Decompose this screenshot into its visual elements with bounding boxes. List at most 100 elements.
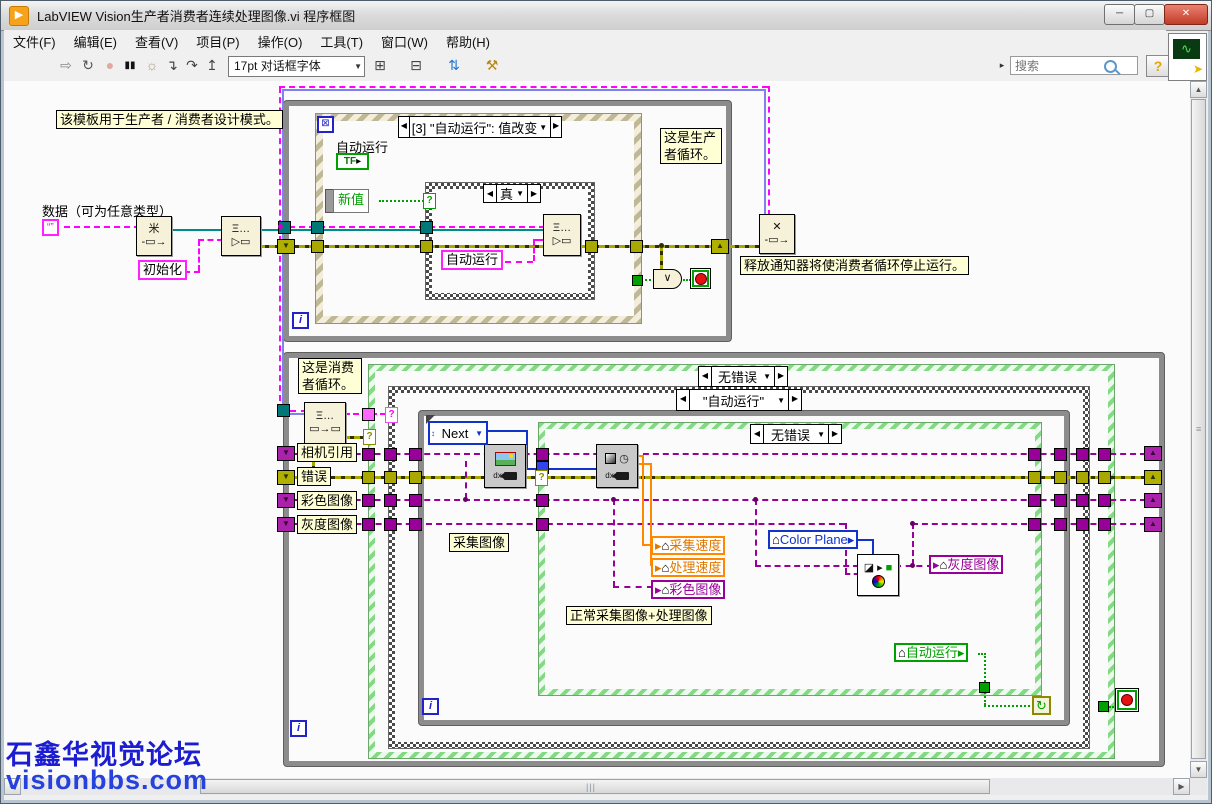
menu-operate[interactable]: 操作(O) [249,30,312,53]
sr-camref-left[interactable]: ▼ [277,446,295,461]
comment-normal-process[interactable]: 正常采集图像+处理图像 [566,606,712,625]
reorder-icon[interactable]: ⇅ [444,55,464,76]
extract-color-plane-node[interactable]: ◪▸■ [857,554,899,596]
imaqdx-grab-node[interactable]: dx [484,444,526,488]
producer-loop-condition-terminal[interactable] [690,268,711,289]
shift-register-error-left[interactable]: ▼ [277,239,295,254]
inner-iteration-terminal[interactable]: i [422,698,439,715]
inner-loop-condition-terminal[interactable]: ↻ [1032,696,1051,715]
prev-icon[interactable]: ◀ [699,367,712,386]
scroll-right-icon[interactable]: ▶ [1173,778,1190,795]
abort-button-icon[interactable]: ● [100,55,120,76]
inner-error-case-selector[interactable]: ◀ 无错误 ▼ ▶ [750,424,842,444]
prev-icon[interactable]: ◀ [677,390,690,410]
menu-tools[interactable]: 工具(T) [311,30,372,53]
block-diagram[interactable]: ▼ ▲ ? ? ? ? ▼ ▼ ▼ ▼ ▲ ▲ ▲ ▲ [4,81,1190,778]
search-icon[interactable] [1104,60,1117,73]
sr-camref-right[interactable]: ▲ [1144,446,1162,461]
scroll-up-icon[interactable]: ▲ [1190,81,1207,98]
font-selector[interactable]: 17pt 对话框字体 ▼ [228,56,365,77]
vi-icon[interactable]: ∿ ➤ [1168,33,1207,81]
distribute-objects-icon[interactable]: ⊟ [406,55,426,76]
send-notification-node-outer[interactable]: Ξ…▷▭ [221,216,261,256]
sr-gray-left[interactable]: ▼ [277,517,295,532]
next-icon[interactable]: ▶ [788,390,801,410]
step-out-icon[interactable]: ↥ [202,55,222,76]
event-timeout-terminal[interactable]: ⊠ [317,116,334,133]
local-var-color-image[interactable]: ▸⌂彩色图像 [651,580,725,599]
minimize-button[interactable]: ─ [1104,4,1135,25]
prev-icon[interactable]: ◀ [751,425,764,443]
event-case-selector[interactable]: ◀ [3] "自动运行": 值改变 ▼ ▶ [398,116,562,138]
menu-file[interactable]: 文件(F) [4,30,65,53]
string-control-terminal[interactable]: “” [42,219,59,236]
comment-acquire[interactable]: 采集图像 [449,533,509,552]
case-dropdown-icon[interactable]: ▼ [516,189,527,198]
outer-error-case-selector[interactable]: ◀ 无错误 ▼ ▶ [698,366,788,387]
sr-error-right[interactable]: ▲ [1144,470,1162,485]
autorun-case-selector[interactable]: ◀ "自动运行" ▼ ▶ [676,389,802,411]
comment-template[interactable]: 该模板用于生产者 / 消费者设计模式。 [56,110,283,129]
prev-case-icon[interactable]: ◀ [484,185,497,202]
menu-edit[interactable]: 编辑(E) [65,30,126,53]
label-camera-ref[interactable]: 相机引用 [297,443,357,462]
release-notifier-node[interactable]: ✕-▭→ [759,214,795,254]
font-dropdown-icon[interactable]: ▼ [354,57,362,76]
autorun-string-constant[interactable]: 自动运行 [441,250,503,270]
or-gate-node[interactable]: ∨ [653,269,682,289]
close-button[interactable]: ✕ [1164,4,1208,25]
local-var-acq-speed[interactable]: ▸⌂采集速度 [651,536,725,555]
producer-iteration-terminal[interactable]: i [292,312,309,329]
local-var-color-plane[interactable]: ⌂Color Plane▸ [768,530,858,549]
comment-consumer-loop[interactable]: 这是消费者循环。 [298,358,362,394]
dropdown-icon[interactable]: ▼ [817,430,828,439]
consumer-iteration-terminal[interactable]: i [290,720,307,737]
comment-producer-loop[interactable]: 这是生产者循环。 [660,128,722,164]
next-case-icon[interactable]: ▶ [527,185,540,202]
scroll-down-icon[interactable]: ▼ [1190,761,1207,778]
wait-on-notification-node[interactable]: Ξ…▭→▭ [304,402,346,444]
local-var-proc-speed[interactable]: ▸⌂处理速度 [651,558,725,577]
run-button-icon[interactable]: ⇨ [56,55,76,76]
dropdown-icon[interactable]: ▼ [777,396,788,405]
enum-dropdown-icon[interactable]: ▼ [475,429,486,438]
next-event-icon[interactable]: ▶ [550,117,561,137]
step-into-icon[interactable]: ↴ [162,55,182,76]
pause-button-icon[interactable]: ▮▮ [120,55,140,76]
comment-release-notifier[interactable]: 释放通知器将使消费者循环停止运行。 [740,256,969,275]
step-over-icon[interactable]: ↷ [182,55,202,76]
next-enum-constant[interactable]: ↕ Next ▼ [428,421,488,445]
vertical-scrollbar[interactable]: ▲ ≡ ▼ [1190,81,1207,778]
imaqdx-process-node[interactable]: ◷ dx [596,444,638,488]
label-gray-image[interactable]: 灰度图像 [297,515,357,534]
true-case-selector[interactable]: ◀ 真 ▼ ▶ [483,184,541,203]
obtain-notifier-node[interactable]: 米-▭→ [136,216,172,256]
menu-view[interactable]: 查看(V) [126,30,187,53]
align-objects-icon[interactable]: ⊞ [370,55,390,76]
local-var-gray-image[interactable]: ▸⌂灰度图像 [929,555,1003,574]
title-bar[interactable]: ▶ LabVIEW Vision生产者消费者连续处理图像.vi 程序框图 [1,1,1211,31]
help-button[interactable]: ? [1146,55,1170,77]
shift-register-error-right[interactable]: ▲ [711,239,729,254]
sr-gray-right[interactable]: ▲ [1144,517,1162,532]
sr-color-right[interactable]: ▲ [1144,493,1162,508]
run-continuous-icon[interactable]: ↻ [78,55,98,76]
vertical-scroll-thumb[interactable]: ≡ [1191,99,1206,759]
dropdown-icon[interactable]: ▼ [763,372,774,381]
consumer-loop-condition-terminal[interactable] [1115,688,1139,712]
sr-color-left[interactable]: ▼ [277,493,295,508]
horizontal-scroll-thumb[interactable]: ||| [200,779,990,794]
cleanup-diagram-icon[interactable]: ⚒ [482,55,502,76]
label-error[interactable]: 错误 [297,467,331,486]
next-icon[interactable]: ▶ [774,367,787,386]
sr-error-left[interactable]: ▼ [277,470,295,485]
init-string-constant[interactable]: 初始化 [138,260,187,280]
label-color-image[interactable]: 彩色图像 [297,491,357,510]
prev-event-icon[interactable]: ◀ [399,117,410,137]
menu-project[interactable]: 项目(P) [187,30,248,53]
highlight-execution-icon[interactable]: ☼ [142,55,162,76]
send-notification-node-inner[interactable]: Ξ…▷▭ [543,214,581,256]
autorun-boolean-terminal[interactable]: TF▸ [336,153,369,170]
event-data-newval[interactable]: 新值 [333,189,369,213]
menu-help[interactable]: 帮助(H) [437,30,499,53]
